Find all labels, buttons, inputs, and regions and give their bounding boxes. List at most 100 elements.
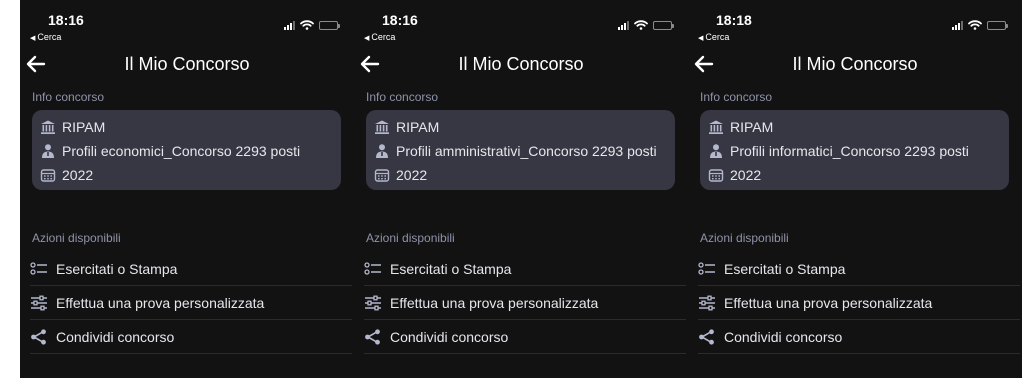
- info-card: RIPAM Profili economici_Concorso 2293 po…: [32, 110, 341, 190]
- action-esercitati[interactable]: Esercitati o Stampa: [364, 252, 686, 286]
- bank-icon: [41, 120, 55, 134]
- action-esercitati[interactable]: Esercitati o Stampa: [30, 252, 352, 286]
- page-title: Il Mio Concorso: [458, 54, 584, 74]
- action-label: Esercitati o Stampa: [724, 260, 846, 277]
- action-esercitati[interactable]: Esercitati o Stampa: [698, 252, 1020, 286]
- actions-section-label: Azioni disponibili: [32, 231, 121, 245]
- info-profilo-row: Profili amministrativi_Concorso 2293 pos…: [374, 143, 657, 159]
- back-triangle-icon: ◀: [30, 35, 36, 42]
- checklist-icon: [364, 261, 381, 275]
- status-icons: [284, 20, 340, 30]
- person-icon: [710, 144, 722, 158]
- info-ente-row: RIPAM: [374, 119, 439, 135]
- battery-icon: [653, 20, 674, 30]
- action-prova-personalizzata[interactable]: Effettua una prova personalizzata: [698, 286, 1020, 320]
- share-icon: [365, 328, 380, 345]
- back-app-label: Cerca: [705, 32, 730, 42]
- action-prova-personalizzata[interactable]: Effettua una prova personalizzata: [30, 286, 352, 320]
- wifi-icon: [968, 20, 982, 30]
- page-title: Il Mio Concorso: [124, 54, 250, 74]
- info-anno-row: 2022: [374, 167, 427, 183]
- status-time: 18:16: [48, 12, 84, 28]
- status-icons: [618, 20, 674, 30]
- info-card: RIPAM Profili informatici_Concorso 2293 …: [700, 110, 1009, 190]
- page-title: Il Mio Concorso: [792, 54, 918, 74]
- action-label: Condividi concorso: [56, 328, 175, 345]
- battery-icon: [319, 20, 340, 30]
- back-triangle-icon: ◀: [698, 35, 704, 42]
- share-icon: [31, 328, 46, 345]
- action-condividi[interactable]: Condividi concorso: [30, 320, 352, 354]
- sliders-icon: [699, 295, 715, 310]
- checklist-icon: [698, 261, 715, 275]
- info-anno: 2022: [730, 167, 762, 183]
- status-time: 18:18: [716, 12, 752, 28]
- back-app-label: Cerca: [37, 32, 62, 42]
- calendar-icon: [40, 169, 56, 182]
- status-bar: 18:18 ◀ Cerca: [688, 0, 1022, 46]
- info-profilo: Profili economici_Concorso 2293 posti: [62, 143, 301, 159]
- info-section-label: Info concorso: [366, 90, 439, 104]
- screenshots-strip: 18:16 ◀ Cerca Il Mio Concorso Info concor…: [20, 0, 1024, 378]
- action-label: Condividi concorso: [724, 328, 843, 345]
- info-card: RIPAM Profili amministrativi_Concorso 22…: [366, 110, 675, 190]
- nav-bar: Il Mio Concorso: [20, 50, 354, 80]
- signal-icon: [952, 20, 963, 30]
- info-anno-row: 2022: [40, 167, 93, 183]
- person-icon: [42, 144, 54, 158]
- wifi-icon: [300, 20, 314, 30]
- actions-section-label: Azioni disponibili: [700, 231, 789, 245]
- status-icons: [952, 20, 1008, 30]
- action-prova-personalizzata[interactable]: Effettua una prova personalizzata: [364, 286, 686, 320]
- wifi-icon: [634, 20, 648, 30]
- action-label: Effettua una prova personalizzata: [390, 294, 599, 311]
- info-ente: RIPAM: [730, 119, 774, 135]
- share-icon: [699, 328, 714, 345]
- calendar-icon: [374, 169, 390, 182]
- info-section-label: Info concorso: [700, 90, 773, 104]
- signal-icon: [618, 20, 629, 30]
- back-triangle-icon: ◀: [364, 35, 370, 42]
- info-section-label: Info concorso: [32, 90, 105, 104]
- info-profilo-row: Profili informatici_Concorso 2293 posti: [708, 143, 969, 159]
- sliders-icon: [365, 295, 381, 310]
- actions-section-label: Azioni disponibili: [366, 231, 455, 245]
- info-profilo: Profili informatici_Concorso 2293 posti: [730, 143, 969, 159]
- info-anno: 2022: [62, 167, 94, 183]
- action-label: Esercitati o Stampa: [390, 260, 512, 277]
- nav-bar: Il Mio Concorso: [354, 50, 688, 80]
- calendar-icon: [708, 169, 724, 182]
- bank-icon: [375, 120, 389, 134]
- info-ente: RIPAM: [62, 119, 106, 135]
- bank-icon: [709, 120, 723, 134]
- info-ente-row: RIPAM: [40, 119, 105, 135]
- status-bar: 18:16 ◀ Cerca: [20, 0, 354, 46]
- person-icon: [376, 144, 388, 158]
- sliders-icon: [31, 295, 47, 310]
- back-to-app-link[interactable]: ◀ Cerca: [30, 32, 61, 42]
- status-bar: 18:16 ◀ Cerca: [354, 0, 688, 46]
- status-time: 18:16: [382, 12, 418, 28]
- action-label: Effettua una prova personalizzata: [56, 294, 265, 311]
- phone-screen: 18:16 ◀ Cerca Il Mio Concorso Info concor…: [20, 0, 354, 378]
- signal-icon: [284, 20, 295, 30]
- action-label: Esercitati o Stampa: [56, 260, 178, 277]
- info-anno: 2022: [396, 167, 428, 183]
- checklist-icon: [30, 261, 47, 275]
- action-label: Condividi concorso: [390, 328, 509, 345]
- info-ente-row: RIPAM: [708, 119, 773, 135]
- phone-screen: 18:16 ◀ Cerca Il Mio Concorso Info concor…: [354, 0, 688, 378]
- action-label: Effettua una prova personalizzata: [724, 294, 933, 311]
- battery-icon: [987, 20, 1008, 30]
- phone-screen: 18:18 ◀ Cerca Il Mio Concorso Info concor…: [688, 0, 1022, 378]
- info-anno-row: 2022: [708, 167, 761, 183]
- back-to-app-link[interactable]: ◀ Cerca: [364, 32, 395, 42]
- back-app-label: Cerca: [371, 32, 396, 42]
- info-ente: RIPAM: [396, 119, 440, 135]
- info-profilo-row: Profili economici_Concorso 2293 posti: [40, 143, 300, 159]
- action-condividi[interactable]: Condividi concorso: [364, 320, 686, 354]
- back-to-app-link[interactable]: ◀ Cerca: [698, 32, 729, 42]
- action-condividi[interactable]: Condividi concorso: [698, 320, 1020, 354]
- nav-bar: Il Mio Concorso: [688, 50, 1022, 80]
- info-profilo: Profili amministrativi_Concorso 2293 pos…: [396, 143, 657, 159]
